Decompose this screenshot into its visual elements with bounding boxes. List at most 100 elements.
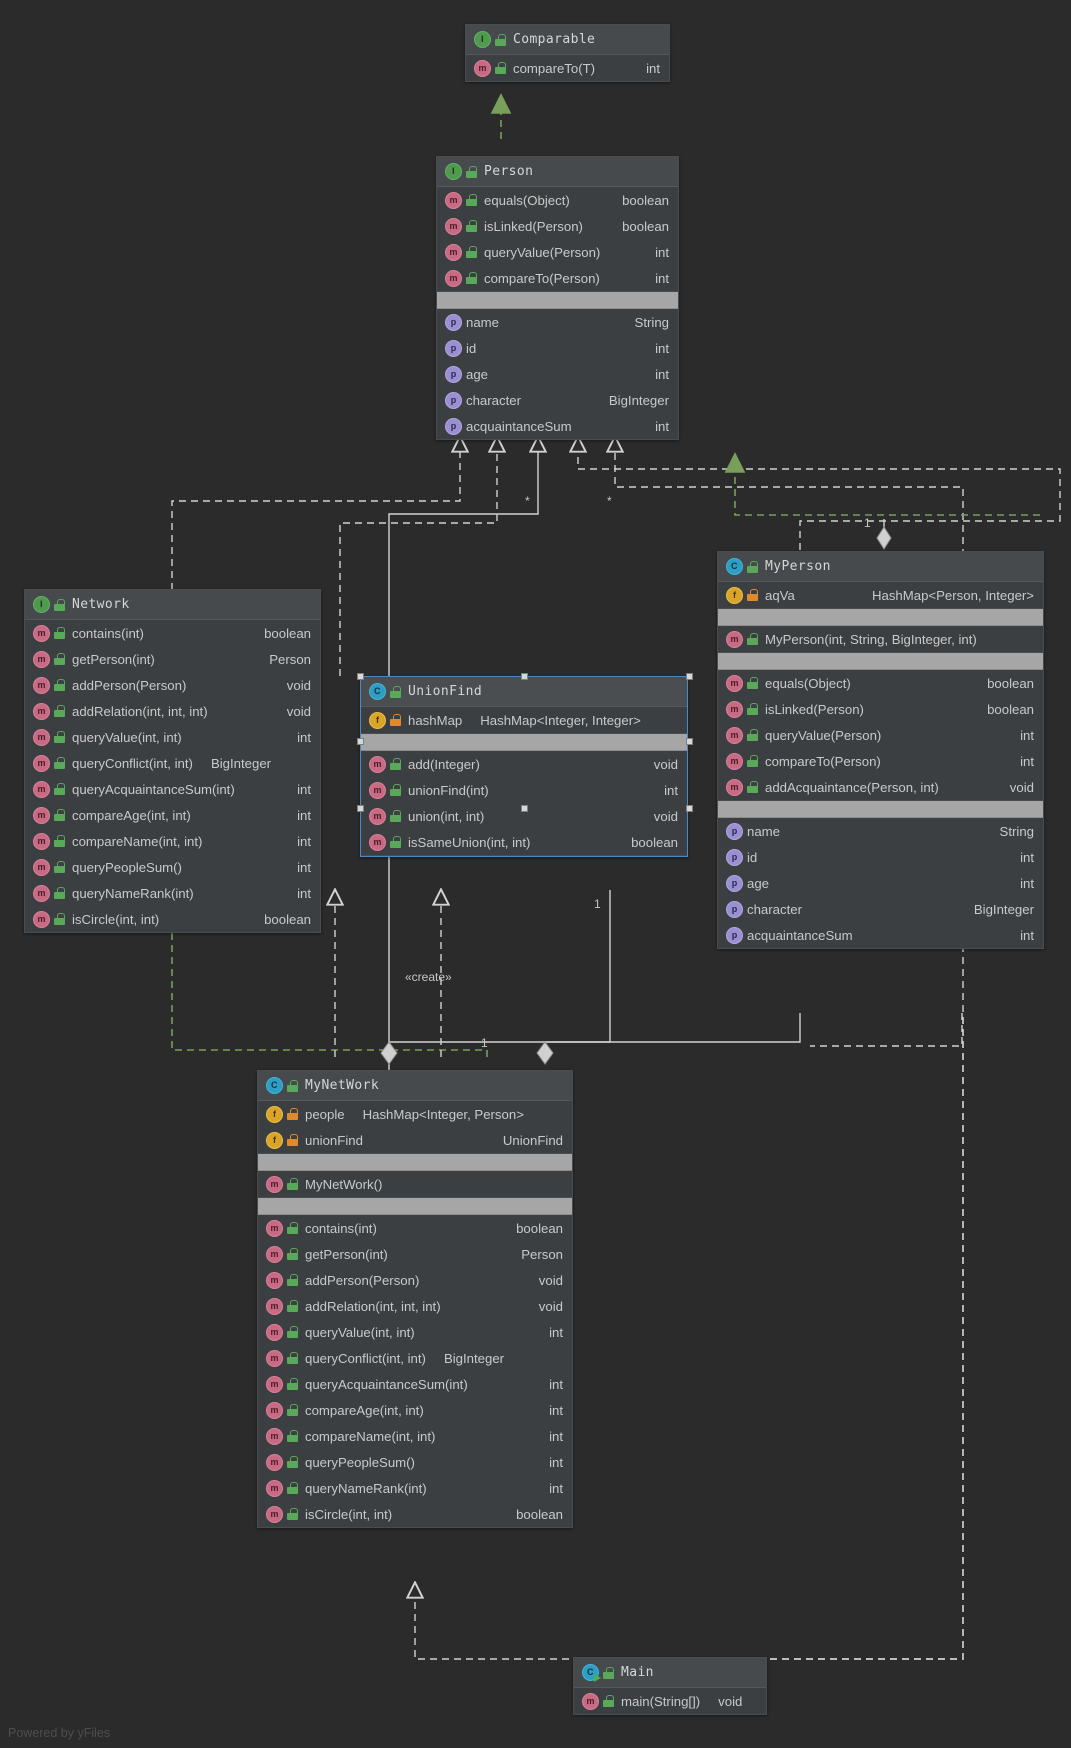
member-row[interactable]: pacquaintanceSumint <box>718 922 1043 948</box>
member-row[interactable]: mqueryPeopleSum()int <box>258 1449 572 1475</box>
class-node-comparable[interactable]: I Comparable m compareTo(T) int <box>465 24 670 82</box>
member-row[interactable]: mqueryNameRank(int)int <box>25 880 320 906</box>
lock-green-icon <box>747 633 758 645</box>
member-row[interactable]: mqueryConflict(int, int)BigInteger <box>258 1345 572 1371</box>
member-row[interactable]: mqueryNameRank(int)int <box>258 1475 572 1501</box>
member-row[interactable]: pageint <box>718 870 1043 896</box>
member-row[interactable]: pcharacterBigInteger <box>718 896 1043 922</box>
member-row[interactable]: mqueryConflict(int, int)BigInteger <box>25 750 320 776</box>
member-row[interactable]: mgetPerson(int)Person <box>25 646 320 672</box>
member-row[interactable]: mqueryValue(int, int)int <box>258 1319 572 1345</box>
member-row[interactable]: f aqVa HashMap<Person, Integer> <box>718 582 1043 608</box>
member-name: isCircle(int, int) <box>72 912 159 927</box>
member-type: int <box>287 808 311 823</box>
member-row[interactable]: maddPerson(Person)void <box>258 1267 572 1293</box>
member-row[interactable]: m equals(Object) boolean <box>437 187 678 213</box>
class-node-person[interactable]: I Person m equals(Object) boolean m isLi… <box>436 156 679 440</box>
fields-section: f hashMap HashMap<Integer, Integer> <box>361 707 687 734</box>
member-row[interactable]: m isLinked(Person) boolean <box>437 213 678 239</box>
lock-green-icon <box>390 810 401 822</box>
member-type: UnionFind <box>493 1133 563 1148</box>
member-row[interactable]: f hashMap HashMap<Integer, Integer> <box>361 707 687 733</box>
member-row[interactable]: misCircle(int, int)boolean <box>25 906 320 932</box>
member-row[interactable]: m MyNetWork() <box>258 1171 572 1197</box>
class-icon: C <box>369 683 386 700</box>
selection-handle-n[interactable] <box>521 673 528 680</box>
member-row[interactable]: mgetPerson(int)Person <box>258 1241 572 1267</box>
member-row[interactable]: mcontains(int)boolean <box>25 620 320 646</box>
lock-green-icon <box>466 272 477 284</box>
selection-handle-s[interactable] <box>521 805 528 812</box>
lock-green-icon <box>466 220 477 232</box>
member-row[interactable]: mcompareAge(int, int)int <box>25 802 320 828</box>
member-row[interactable]: m compareTo(T) int <box>466 55 669 81</box>
class-node-myperson[interactable]: C MyPerson f aqVa HashMap<Person, Intege… <box>717 551 1044 949</box>
member-type: boolean <box>977 702 1034 717</box>
member-row[interactable]: mqueryValue(int, int)int <box>25 724 320 750</box>
member-row[interactable]: m queryValue(Person) int <box>437 239 678 265</box>
member-row[interactable]: mqueryAcquaintanceSum(int)int <box>258 1371 572 1397</box>
class-node-mynetwork[interactable]: C MyNetWork f people HashMap<Integer, Pe… <box>257 1070 573 1528</box>
member-row[interactable]: mequals(Object)boolean <box>718 670 1043 696</box>
class-title-unionfind: C UnionFind <box>361 677 687 707</box>
member-row[interactable]: m compareTo(Person) int <box>437 265 678 291</box>
selection-handle-e[interactable] <box>686 738 693 745</box>
class-node-main[interactable]: C Main m main(String[]) void <box>573 1657 767 1715</box>
member-row[interactable]: madd(Integer)void <box>361 751 687 777</box>
member-row[interactable]: f people HashMap<Integer, Person> <box>258 1101 572 1127</box>
member-row[interactable]: mcontains(int)boolean <box>258 1215 572 1241</box>
section-separator <box>718 801 1043 818</box>
member-type: void <box>529 1273 563 1288</box>
member-name: getPerson(int) <box>72 652 155 667</box>
lock-green-icon <box>287 1456 298 1468</box>
member-row[interactable]: pidint <box>718 844 1043 870</box>
member-row[interactable]: mqueryValue(Person)int <box>718 722 1043 748</box>
member-row[interactable]: p acquaintanceSum int <box>437 413 678 439</box>
lock-orange-icon <box>287 1134 298 1146</box>
member-row[interactable]: pnameString <box>718 818 1043 844</box>
class-node-unionfind[interactable]: C UnionFind f hashMap HashMap<Integer, I… <box>360 676 688 857</box>
member-row[interactable]: p name String <box>437 309 678 335</box>
member-row[interactable]: maddAcquaintance(Person, int)void <box>718 774 1043 800</box>
edge-label-star-1: * <box>525 494 530 508</box>
member-row[interactable]: maddRelation(int, int, int)void <box>258 1293 572 1319</box>
member-row[interactable]: m main(String[]) void <box>574 1688 766 1714</box>
lock-green-icon <box>495 34 506 46</box>
member-row[interactable]: p character BigInteger <box>437 387 678 413</box>
member-row[interactable]: mcompareAge(int, int)int <box>258 1397 572 1423</box>
lock-green-icon <box>54 599 65 611</box>
selection-handle-w[interactable] <box>357 738 364 745</box>
class-node-network[interactable]: I Network mcontains(int)boolean mgetPers… <box>24 589 321 933</box>
selection-handle-se[interactable] <box>686 805 693 812</box>
member-row[interactable]: f unionFind UnionFind <box>258 1127 572 1153</box>
field-icon: f <box>726 587 743 604</box>
member-name: id <box>466 341 476 356</box>
selection-handle-sw[interactable] <box>357 805 364 812</box>
member-row[interactable]: p age int <box>437 361 678 387</box>
member-name: MyNetWork() <box>305 1177 382 1192</box>
selection-handle-ne[interactable] <box>686 673 693 680</box>
method-icon: m <box>266 1298 283 1315</box>
member-row[interactable]: mcompareName(int, int)int <box>258 1423 572 1449</box>
member-row[interactable]: p id int <box>437 335 678 361</box>
member-row[interactable]: mcompareName(int, int)int <box>25 828 320 854</box>
member-row[interactable]: mqueryAcquaintanceSum(int)int <box>25 776 320 802</box>
method-icon: m <box>369 782 386 799</box>
member-row[interactable]: misLinked(Person)boolean <box>718 696 1043 722</box>
member-row[interactable]: misCircle(int, int)boolean <box>258 1501 572 1527</box>
selection-handle-nw[interactable] <box>357 673 364 680</box>
lock-green-icon <box>390 758 401 770</box>
methods-section: m compareTo(T) int <box>466 55 669 81</box>
member-type: HashMap<Person, Integer> <box>862 588 1034 603</box>
member-row[interactable]: mcompareTo(Person)int <box>718 748 1043 774</box>
method-icon: m <box>266 1480 283 1497</box>
member-row[interactable]: maddRelation(int, int, int)void <box>25 698 320 724</box>
member-row[interactable]: maddPerson(Person)void <box>25 672 320 698</box>
member-row[interactable]: m MyPerson(int, String, BigInteger, int) <box>718 626 1043 652</box>
member-row[interactable]: mqueryPeopleSum()int <box>25 854 320 880</box>
lock-green-icon <box>287 1080 298 1092</box>
member-type: boolean <box>254 626 311 641</box>
member-row[interactable]: misSameUnion(int, int)boolean <box>361 829 687 855</box>
member-row[interactable]: munionFind(int)int <box>361 777 687 803</box>
member-type: int <box>636 61 660 76</box>
